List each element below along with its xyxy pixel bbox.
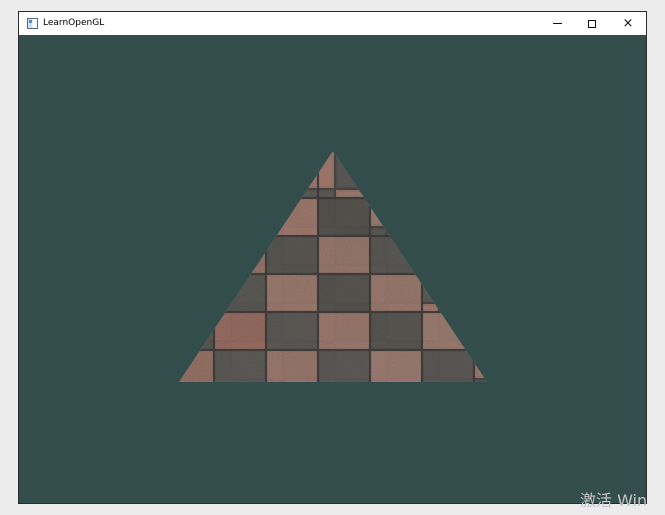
textured-triangle [179, 151, 487, 382]
opengl-viewport[interactable] [19, 35, 646, 503]
maximize-button[interactable] [575, 12, 609, 35]
maximize-icon [588, 19, 596, 28]
close-icon: × [622, 16, 634, 31]
minimize-button[interactable] [540, 12, 574, 35]
app-icon [27, 18, 38, 29]
windows-activation-watermark: 激活 Win [580, 491, 648, 510]
window-title: LearnOpenGL [43, 18, 105, 28]
close-button[interactable]: × [611, 12, 645, 35]
minimize-icon [552, 23, 562, 24]
app-window: LearnOpenGL × [18, 11, 647, 504]
brick-texture [179, 151, 487, 382]
title-bar[interactable]: LearnOpenGL × [19, 12, 646, 35]
